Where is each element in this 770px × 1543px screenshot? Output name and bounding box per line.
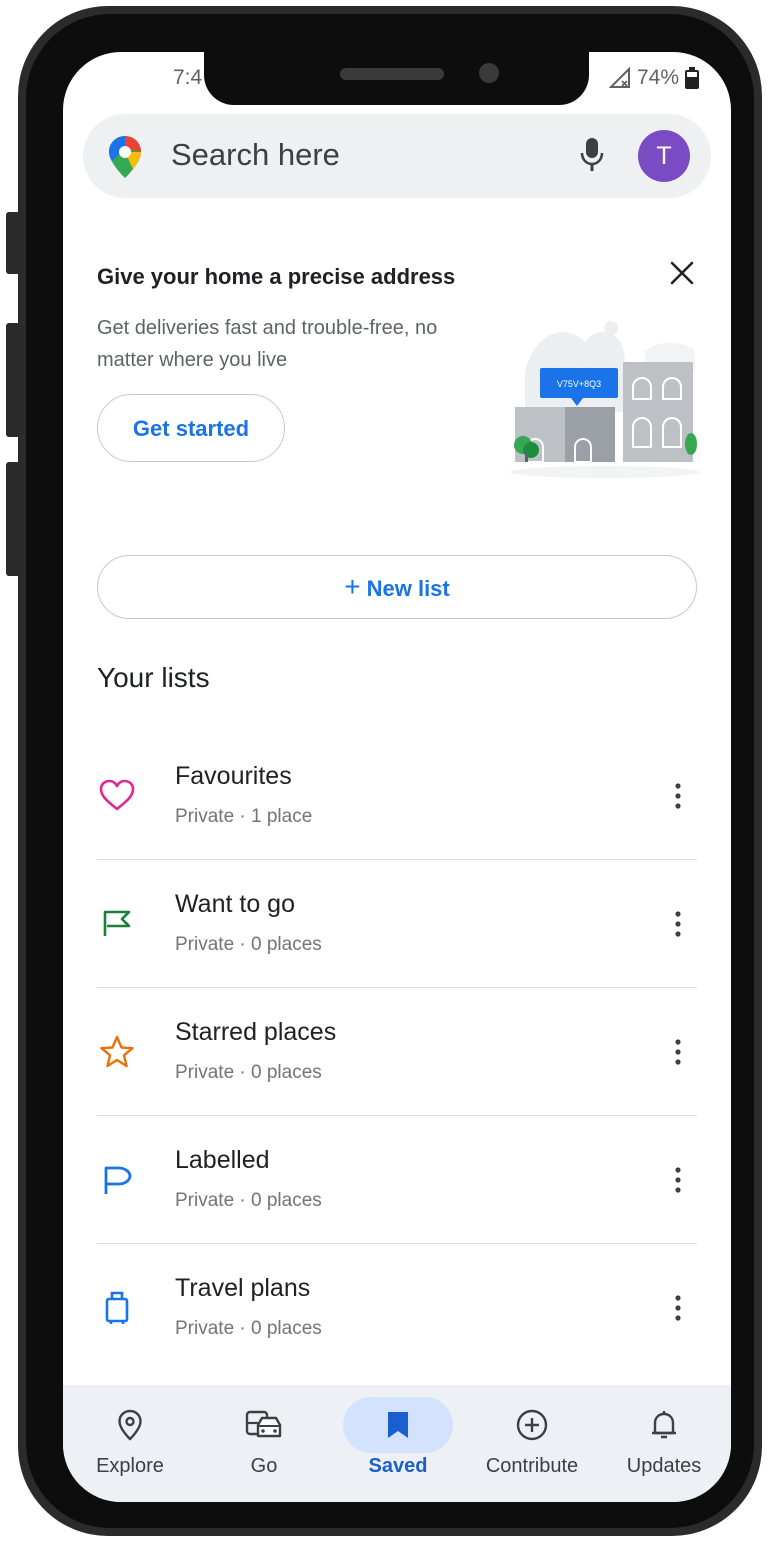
no-signal-icon	[608, 67, 630, 88]
close-icon[interactable]	[665, 256, 699, 290]
location-pin-icon	[118, 1409, 142, 1441]
flag-icon	[103, 910, 131, 936]
commute-icon	[245, 1410, 282, 1438]
nav-updates[interactable]: Updates	[597, 1385, 731, 1502]
star-icon	[100, 1035, 134, 1068]
list-name: Favourites	[175, 762, 292, 790]
list-item-labelled[interactable]: Labelled Private · 0 places	[97, 1116, 697, 1244]
promo-title: Give your home a precise address	[97, 264, 456, 289]
more-vert-icon[interactable]	[673, 1164, 683, 1196]
bottom-navigation: Explore Go Saved Contribute Updates	[63, 1385, 731, 1502]
list-item-favourites[interactable]: Favourites Private · 1 place	[97, 732, 697, 860]
more-vert-icon[interactable]	[673, 1292, 683, 1324]
suitcase-icon	[105, 1291, 129, 1324]
mic-icon[interactable]	[579, 136, 605, 174]
status-time: 7:4	[173, 66, 203, 89]
list-meta: Private · 0 places	[175, 1062, 322, 1083]
new-list-label: New list	[366, 576, 450, 601]
plus-code-label: V75V+8Q3	[557, 379, 601, 389]
more-vert-icon[interactable]	[673, 908, 683, 940]
section-heading: Your lists	[97, 662, 210, 693]
nav-contribute[interactable]: Contribute	[465, 1385, 599, 1502]
list-meta: Private · 0 places	[175, 934, 322, 955]
more-vert-icon[interactable]	[673, 1036, 683, 1068]
nav-explore[interactable]: Explore	[63, 1385, 197, 1502]
heart-icon	[99, 779, 135, 811]
screen: 7:4 74% Search here T Give your home a p…	[63, 52, 731, 1502]
maps-logo-icon	[109, 136, 141, 178]
list-item-travel-plans[interactable]: Travel plans Private · 0 places	[97, 1244, 697, 1372]
get-started-button[interactable]: Get started	[97, 394, 285, 462]
list-name: Starred places	[175, 1018, 337, 1046]
nav-label: Go	[250, 1455, 278, 1477]
nav-label: Explore	[96, 1455, 164, 1477]
list-meta: Private · 0 places	[175, 1318, 322, 1339]
list-meta: Private · 0 places	[175, 1190, 322, 1211]
nav-saved[interactable]: Saved	[331, 1385, 465, 1502]
bell-icon	[652, 1411, 676, 1439]
notch	[204, 52, 589, 105]
list-name: Want to go	[175, 890, 295, 918]
bookmark-icon	[388, 1412, 408, 1438]
list-meta: Private · 1 place	[175, 806, 313, 827]
battery-icon	[685, 67, 699, 89]
nav-label: Contribute	[485, 1455, 579, 1477]
new-list-button[interactable]: + New list	[97, 555, 697, 619]
nav-label: Updates	[626, 1455, 702, 1477]
nav-label: Saved	[368, 1455, 428, 1477]
promo-description: Get deliveries fast and trouble-free, no…	[97, 317, 438, 371]
avatar[interactable]: T	[638, 130, 690, 182]
list-item-starred-places[interactable]: Starred places Private · 0 places	[97, 988, 697, 1116]
plus-icon: +	[344, 571, 361, 602]
search-bar[interactable]: Search here T	[83, 114, 711, 198]
battery-percent: 74%	[636, 66, 679, 89]
list-item-want-to-go[interactable]: Want to go Private · 0 places	[97, 860, 697, 988]
saved-lists: Favourites Private · 1 place Want to go …	[97, 732, 697, 1372]
label-flag-icon	[104, 1166, 132, 1194]
list-name: Travel plans	[175, 1274, 311, 1302]
list-name: Labelled	[175, 1146, 270, 1174]
camera	[479, 63, 499, 83]
nav-go[interactable]: Go	[197, 1385, 331, 1502]
speaker	[340, 68, 444, 80]
status-icons: 74%	[608, 66, 699, 90]
home-address-illustration: V75V+8Q3	[510, 321, 700, 478]
search-input[interactable]: Search here	[171, 137, 340, 173]
more-vert-icon[interactable]	[673, 780, 683, 812]
add-circle-icon	[516, 1409, 548, 1441]
